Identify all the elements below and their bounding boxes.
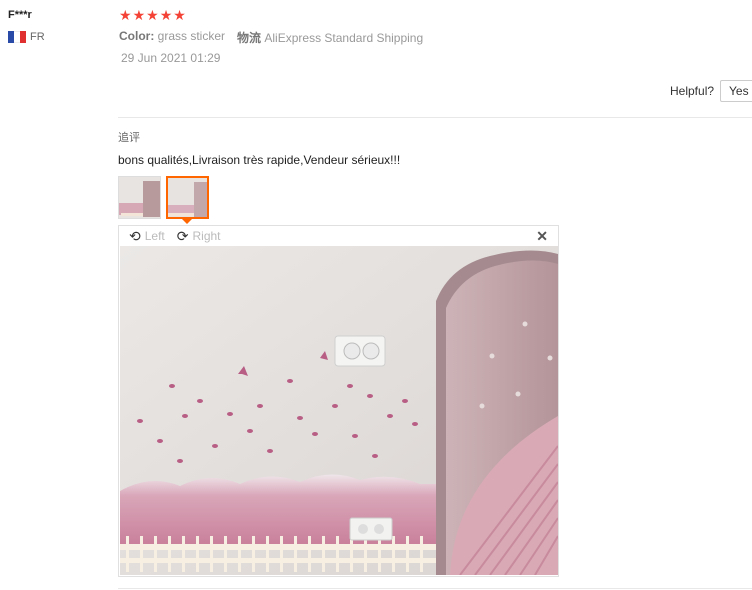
helpful-label: Helpful?: [670, 84, 715, 98]
star-icon: ★: [132, 7, 146, 23]
rotate-left-icon[interactable]: ⟲: [129, 229, 141, 243]
rotate-right-icon[interactable]: ⟳: [177, 229, 189, 243]
rotate-left-label[interactable]: Left: [145, 229, 165, 243]
star-icon: ★: [119, 7, 132, 23]
divider: [118, 588, 752, 589]
star-icon: ★: [159, 7, 173, 23]
shipping-key: 物流: [237, 31, 262, 45]
star-icon: ★: [173, 7, 186, 23]
helpful-yes-button[interactable]: Yes: [720, 80, 752, 102]
country-code: FR: [30, 31, 45, 43]
france-flag-icon: [8, 31, 26, 43]
viewer-toolbar: ⟲ Left ⟳ Right: [119, 226, 558, 246]
close-icon[interactable]: ✕: [536, 228, 548, 245]
helpful-section: Helpful? Yes: [670, 80, 752, 102]
photo-thumbnail[interactable]: [118, 176, 161, 219]
rotate-right-label[interactable]: Right: [192, 229, 220, 243]
photo-thumbnail-active[interactable]: [166, 176, 209, 219]
followup-label: 追评: [118, 132, 140, 144]
divider: [118, 117, 752, 118]
review-meta: Color: grass sticker 物流 AliExpress Stand…: [119, 29, 423, 46]
review-photo: [120, 246, 558, 575]
user-name: F***r: [8, 9, 32, 21]
color-value: grass sticker: [157, 29, 226, 43]
color-key: Color:: [119, 29, 155, 43]
shipping-value: AliExpress Standard Shipping: [264, 31, 424, 45]
star-rating: ★ ★ ★ ★ ★: [119, 7, 186, 23]
photo-viewer: ⟲ Left ⟳ Right ✕: [118, 225, 559, 577]
country: FR: [8, 31, 45, 43]
review-date: 29 Jun 2021 01:29: [121, 51, 221, 65]
followup-text: bons qualités,Livraison très rapide,Vend…: [118, 153, 401, 167]
star-icon: ★: [146, 7, 159, 23]
active-thumbnail-indicator: [182, 219, 192, 224]
